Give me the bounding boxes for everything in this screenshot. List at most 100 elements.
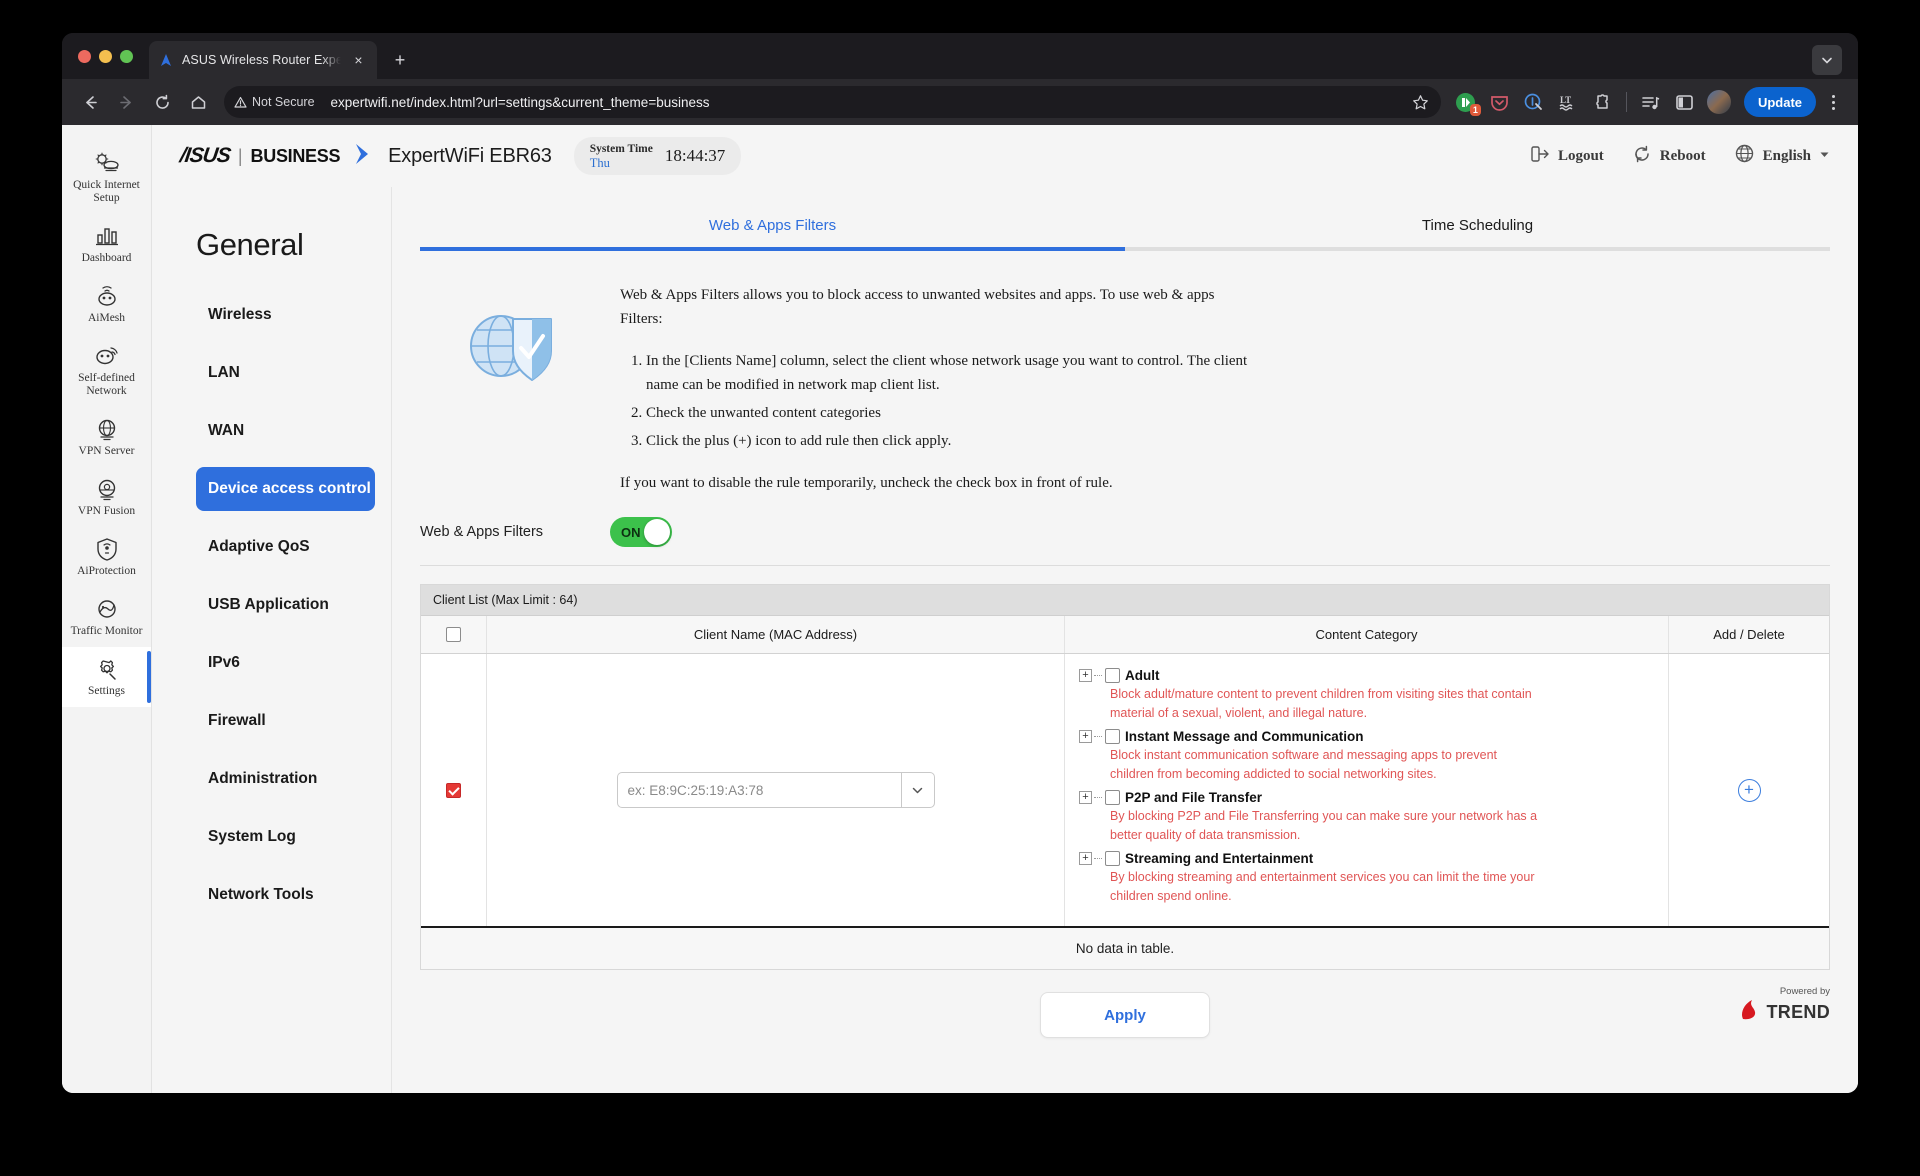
add-rule-button[interactable]: + bbox=[1737, 778, 1761, 802]
menu-item-wireless[interactable]: Wireless bbox=[196, 293, 391, 337]
sidebar-item-vpn-fusion[interactable]: VPN Fusion bbox=[62, 467, 151, 527]
sidebar-item-aimesh[interactable]: AiMesh bbox=[62, 274, 151, 334]
brand-block: /ISUS | BUSINESS bbox=[178, 141, 388, 172]
chevron-right-icon bbox=[350, 141, 376, 172]
close-window-button[interactable] bbox=[78, 49, 91, 63]
forward-button[interactable] bbox=[110, 86, 142, 118]
client-mac-input[interactable]: ex: E8:9C:25:19:A3:78 bbox=[616, 772, 901, 808]
tree-connector bbox=[1094, 736, 1102, 737]
header-actions: Logout Reboot English bbox=[1530, 143, 1830, 169]
body-area: General Wireless LAN WAN Device access c… bbox=[152, 187, 1858, 1093]
sidebar-item-quick-internet-setup[interactable]: Quick Internet Setup bbox=[62, 141, 151, 214]
sidebar-item-vpn-server[interactable]: VPN Server bbox=[62, 407, 151, 467]
row-select-cell bbox=[421, 654, 487, 926]
browser-tab-title: ASUS Wireless Router Expert bbox=[182, 53, 341, 67]
client-name-header: Client Name (MAC Address) bbox=[487, 616, 1065, 653]
sidebar-label: Settings bbox=[87, 685, 126, 697]
minimize-window-button[interactable] bbox=[99, 49, 112, 63]
close-tab-icon[interactable]: × bbox=[349, 51, 368, 70]
menu-item-wan[interactable]: WAN bbox=[196, 409, 391, 453]
sidebar-item-settings[interactable]: Settings bbox=[62, 647, 151, 707]
tab-time-scheduling[interactable]: Time Scheduling bbox=[1125, 199, 1830, 251]
translate-icon[interactable]: LT bbox=[1553, 87, 1583, 117]
category-checkbox-instant-message[interactable] bbox=[1105, 729, 1120, 744]
window-traffic-lights bbox=[78, 33, 149, 79]
trend-wordmark: TREND bbox=[1766, 1002, 1830, 1022]
menu-item-network-tools[interactable]: Network Tools bbox=[196, 873, 391, 917]
client-name-cell: ex: E8:9C:25:19:A3:78 bbox=[487, 654, 1065, 926]
browser-menu-icon[interactable] bbox=[1820, 87, 1846, 117]
sidebar-item-dashboard[interactable]: Dashboard bbox=[62, 214, 151, 274]
web-apps-filters-toggle[interactable]: ON bbox=[610, 517, 672, 547]
self-defined-network-icon bbox=[66, 343, 147, 369]
system-time-clock: 18:44:37 bbox=[664, 146, 726, 165]
apply-button[interactable]: Apply bbox=[1040, 992, 1210, 1038]
select-all-checkbox[interactable] bbox=[446, 627, 461, 642]
not-secure-label: Not Secure bbox=[252, 95, 315, 109]
avatar[interactable] bbox=[1704, 87, 1734, 117]
add-delete-cell: + bbox=[1669, 654, 1829, 926]
category-name: Adult bbox=[1125, 668, 1160, 683]
expand-plus-icon[interactable]: + bbox=[1079, 669, 1092, 682]
description-note: If you want to disable the rule temporar… bbox=[620, 475, 1113, 491]
reload-button[interactable] bbox=[146, 86, 178, 118]
expand-plus-icon[interactable]: + bbox=[1079, 730, 1092, 743]
back-button[interactable] bbox=[74, 86, 106, 118]
system-time-day: Thu bbox=[589, 156, 610, 170]
menu-item-system-log[interactable]: System Log bbox=[196, 815, 391, 859]
asus-wordmark: /ISUS bbox=[178, 144, 232, 167]
category-checkbox-p2p[interactable] bbox=[1105, 790, 1120, 805]
tab-web-apps-filters[interactable]: Web & Apps Filters bbox=[420, 199, 1125, 251]
sidebar-label: AiProtection bbox=[77, 565, 136, 577]
menu-item-administration[interactable]: Administration bbox=[196, 757, 391, 801]
sidebar-item-traffic-monitor[interactable]: Traffic Monitor bbox=[62, 587, 151, 647]
category-name: Instant Message and Communication bbox=[1125, 729, 1364, 744]
menu-item-firewall[interactable]: Firewall bbox=[196, 699, 391, 743]
logout-label: Logout bbox=[1557, 147, 1604, 164]
category-checkbox-streaming[interactable] bbox=[1105, 851, 1120, 866]
sidebar-item-self-defined-network[interactable]: Self-defined Network bbox=[62, 334, 151, 407]
reboot-button[interactable]: Reboot bbox=[1632, 144, 1706, 169]
category-checkbox-adult[interactable] bbox=[1105, 668, 1120, 683]
menu-item-lan[interactable]: LAN bbox=[196, 351, 391, 395]
description-step: In the [Clients Name] column, select the… bbox=[646, 349, 1260, 397]
extensions-puzzle-icon[interactable] bbox=[1587, 87, 1617, 117]
language-selector[interactable]: English bbox=[1734, 143, 1830, 169]
browser-nav-bar: Not Secure expertwifi.net/index.html?url… bbox=[62, 79, 1858, 125]
content-category-cell: + Adult Block adult/mature content to pr… bbox=[1065, 654, 1669, 926]
filters-toggle-row: Web & Apps Filters ON bbox=[420, 503, 1830, 566]
menu-item-usb-application[interactable]: USB Application bbox=[196, 583, 391, 627]
tab-list-chevron-down-icon[interactable] bbox=[1812, 45, 1842, 75]
playlist-icon[interactable] bbox=[1636, 87, 1666, 117]
browser-tab[interactable]: ASUS Wireless Router Expert × bbox=[149, 41, 377, 79]
privacy-shield-icon[interactable] bbox=[1519, 87, 1549, 117]
content-tabs: Web & Apps Filters Time Scheduling bbox=[420, 199, 1830, 251]
category-description: By blocking streaming and entertainment … bbox=[1110, 870, 1535, 903]
description-steps: In the [Clients Name] column, select the… bbox=[646, 349, 1260, 453]
url-bar[interactable]: Not Secure expertwifi.net/index.html?url… bbox=[224, 86, 1441, 118]
sidebar-item-aiprotection[interactable]: AiProtection bbox=[62, 527, 151, 587]
menu-item-adaptive-qos[interactable]: Adaptive QoS bbox=[196, 525, 391, 569]
category-block-p2p: + P2P and File Transfer By blocking P2P … bbox=[1079, 790, 1656, 845]
system-time-box: System Time Thu 18:44:37 bbox=[573, 137, 742, 175]
home-button[interactable] bbox=[182, 86, 214, 118]
client-dropdown-button[interactable] bbox=[900, 772, 935, 808]
row-checkbox[interactable] bbox=[446, 782, 461, 798]
client-list-caption: Client List (Max Limit : 64) bbox=[421, 585, 1829, 616]
maximize-window-button[interactable] bbox=[120, 49, 133, 63]
sidebar-label: Traffic Monitor bbox=[70, 625, 143, 637]
menu-item-device-access-control[interactable]: Device access control bbox=[196, 467, 375, 511]
tab-label: Web & Apps Filters bbox=[708, 216, 837, 234]
new-tab-button[interactable]: + bbox=[385, 45, 415, 75]
not-secure-indicator[interactable]: Not Secure bbox=[234, 95, 323, 109]
sidebar-label: Self-defined Network bbox=[78, 372, 135, 397]
pocket-icon[interactable] bbox=[1485, 87, 1515, 117]
bookmark-star-icon[interactable] bbox=[1407, 88, 1435, 116]
expand-plus-icon[interactable]: + bbox=[1079, 852, 1092, 865]
extension-green-icon[interactable]: 1 bbox=[1451, 87, 1481, 117]
menu-item-ipv6[interactable]: IPv6 bbox=[196, 641, 391, 685]
sidebar-toggle-icon[interactable] bbox=[1670, 87, 1700, 117]
logout-button[interactable]: Logout bbox=[1530, 145, 1604, 168]
expand-plus-icon[interactable]: + bbox=[1079, 791, 1092, 804]
update-button[interactable]: Update bbox=[1743, 87, 1816, 117]
